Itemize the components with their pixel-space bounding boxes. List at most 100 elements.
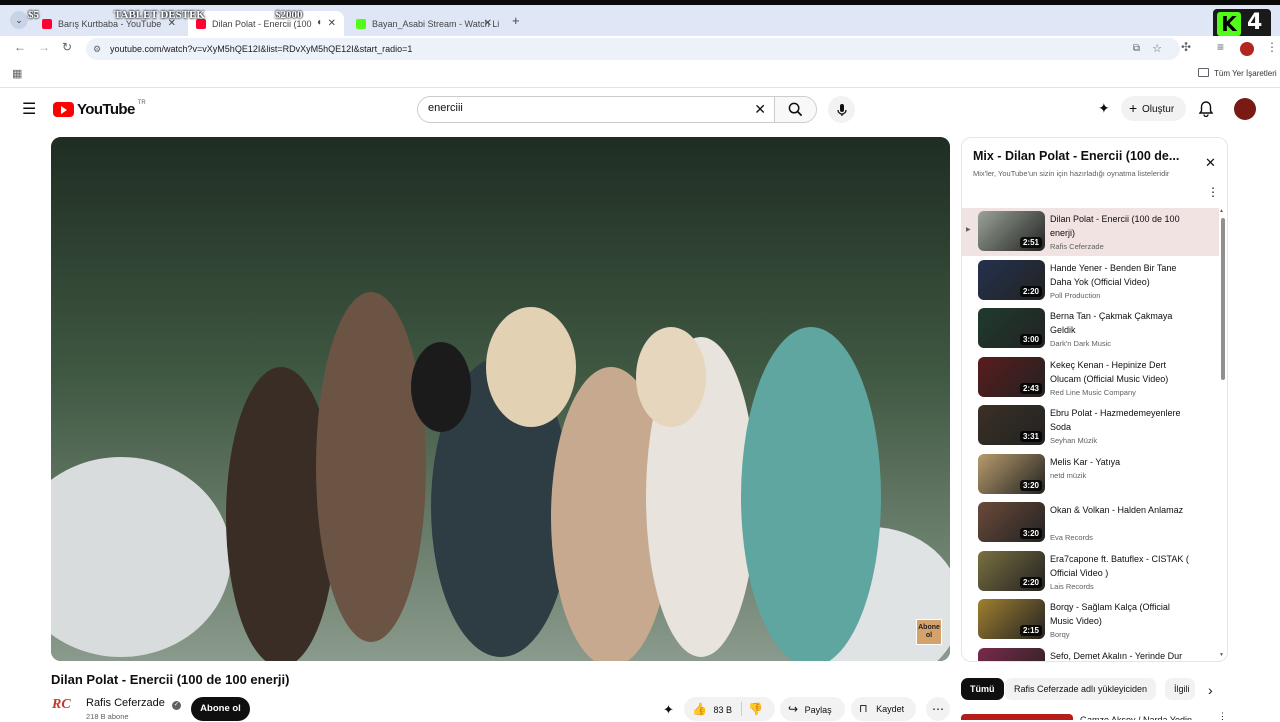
divider: [741, 702, 742, 716]
tab-youtube-dilan[interactable]: Dilan Polat - Enercii (100 de ◖ ✕: [188, 11, 344, 37]
more-actions-button[interactable]: ⋯: [926, 697, 950, 721]
playlist-item-title[interactable]: Dilan Polat - Enercii (100 de 100 enerji…: [1050, 212, 1190, 240]
chip-all[interactable]: Tümü: [961, 678, 1004, 700]
search-button[interactable]: [774, 97, 816, 122]
recommended-thumbnail[interactable]: [961, 714, 1073, 720]
browser-menu-icon[interactable]: ⋮: [1266, 40, 1278, 54]
playlist-item-title[interactable]: Melis Kar - Yatıya: [1050, 455, 1190, 469]
video-title: Dilan Polat - Enercii (100 de 100 enerji…: [51, 672, 290, 687]
chips-next-icon[interactable]: ›: [1208, 682, 1213, 698]
all-bookmarks-label[interactable]: Tüm Yer İşaretleri: [1214, 69, 1277, 78]
playlist-thumbnail[interactable]: 2:51: [978, 211, 1045, 251]
playlist-thumbnail[interactable]: 2:20: [978, 259, 1045, 300]
duration-badge: 2:43: [1019, 382, 1042, 394]
save-button[interactable]: ⊓ Kaydet: [851, 697, 916, 721]
chip-from-uploader[interactable]: Rafis Ceferzade adlı yükleyiciden: [1005, 678, 1157, 700]
reload-icon[interactable]: ↻: [62, 40, 72, 54]
recommended-title[interactable]: Gamze Aksoy / Narda Yedin: [1080, 714, 1200, 720]
playlist-item[interactable]: 2:20 Era7capone ft. Batuflex - CISTAK ( O…: [962, 548, 1219, 596]
premium-spark-icon[interactable]: ✦: [1098, 100, 1110, 117]
recommended-menu-icon[interactable]: ⋮: [1218, 711, 1227, 720]
playlist-item[interactable]: 2:15 Borqy - Sağlam Kalça (Official Music…: [962, 596, 1219, 644]
account-avatar[interactable]: [1234, 98, 1256, 120]
playlist-item[interactable]: ▶ 2:51 Dilan Polat - Enercii (100 de 100 e…: [962, 208, 1219, 256]
playlist-item-title[interactable]: Hande Yener - Benden Bir Tane Daha Yok (…: [1050, 261, 1190, 289]
playlist-item-title[interactable]: Borqy - Sağlam Kalça (Official Music Vid…: [1050, 600, 1190, 628]
video-player[interactable]: Abone ol: [51, 137, 950, 661]
scroll-up-icon[interactable]: ▲: [1219, 208, 1224, 214]
playlist-item-title[interactable]: Kekeç Kenan - Hepinize Dert Olucam (Offi…: [1050, 358, 1190, 386]
bookmark-star-icon[interactable]: ☆: [1152, 38, 1162, 60]
voice-search-button[interactable]: [828, 96, 855, 123]
bookmarks-bar: ▦ Tüm Yer İşaretleri: [0, 62, 1280, 88]
playlist-item[interactable]: Sefo, Demet Akalın - Yerinde Dur (Offici…: [962, 645, 1219, 662]
hamburger-menu-icon[interactable]: ☰: [22, 99, 36, 119]
playlist-item[interactable]: 2:20 Hande Yener - Benden Bir Tane Daha Y…: [962, 257, 1219, 305]
playlist-thumbnail[interactable]: [978, 647, 1045, 661]
verified-icon: ✓: [171, 701, 181, 710]
youtube-logo[interactable]: YouTube TR: [53, 100, 146, 118]
playlist-item[interactable]: 2:43 Kekeç Kenan - Hepinize Dert Olucam (…: [962, 354, 1219, 402]
like-button[interactable]: 👍 83 B: [684, 697, 740, 721]
media-control-icon[interactable]: ≡: [1217, 40, 1224, 54]
search-icon: [788, 102, 803, 117]
url-text: youtube.com/watch?v=vXyM5hQE12I&list=RDv…: [110, 44, 413, 54]
playlist-item[interactable]: 3:31 Ebru Polat - Hazmedemeyenlere Soda Se…: [962, 402, 1219, 450]
tab-search-icon[interactable]: ⌄: [10, 11, 28, 29]
playlist-thumbnail[interactable]: 3:31: [978, 405, 1045, 445]
channel-logo[interactable]: RC: [52, 697, 78, 720]
search-box[interactable]: ✕: [417, 96, 817, 123]
playlist-item-title[interactable]: Era7capone ft. Batuflex - CISTAK ( Offic…: [1050, 552, 1190, 580]
playlist-item[interactable]: 3:20 Okan & Volkan - Halden Anlamaz Eva Re…: [962, 499, 1219, 547]
browser-tab-bar: ⌄ Barış Kurtbaba - YouTube ✕ Dilan Polat…: [0, 0, 1280, 39]
site-info-icon[interactable]: ⚙: [93, 38, 101, 60]
playlist-thumbnail[interactable]: 3:20: [978, 453, 1045, 494]
playlist-item-title[interactable]: Okan & Volkan - Halden Anlamaz: [1050, 503, 1190, 517]
playlist-thumbnail[interactable]: 2:43: [978, 356, 1045, 397]
playlist-item-title[interactable]: Ebru Polat - Hazmedemeyenlere Soda: [1050, 406, 1190, 434]
playlist-item-title[interactable]: Berna Tan - Çakmak Çakmaya Geldik: [1050, 309, 1190, 337]
install-icon[interactable]: ⧉: [1133, 38, 1140, 60]
playlist-thumbnail[interactable]: 2:20: [978, 550, 1045, 591]
channel-name-text: Rafis Ceferzade: [86, 697, 165, 709]
create-button[interactable]: + Oluştur: [1121, 96, 1186, 121]
playlist-thumbnail[interactable]: 3:00: [978, 308, 1045, 348]
address-bar[interactable]: ⚙ youtube.com/watch?v=vXyM5hQE12I&list=R…: [86, 38, 1180, 60]
save-label: Kaydet: [876, 704, 905, 714]
playlist-scrollbar[interactable]: [1221, 218, 1225, 380]
playlist-item-title[interactable]: Sefo, Demet Akalın - Yerinde Dur (Offici…: [1050, 649, 1190, 662]
search-input[interactable]: [428, 102, 748, 114]
scroll-down-icon[interactable]: ▼: [1219, 652, 1224, 658]
playlist-thumbnail[interactable]: 3:20: [978, 502, 1045, 542]
profile-avatar[interactable]: [1240, 42, 1254, 56]
clear-search-icon[interactable]: ✕: [754, 101, 766, 118]
tab-title: Bayan_Asabi Stream - Watch Li: [372, 19, 500, 29]
playlist-item[interactable]: 3:20 Melis Kar - Yatıya netd müzik: [962, 451, 1219, 499]
new-tab-button[interactable]: +: [512, 13, 520, 28]
playlist-menu-icon[interactable]: ⋮: [1207, 185, 1219, 199]
close-tab-icon[interactable]: ✕: [484, 18, 492, 29]
close-playlist-icon[interactable]: ✕: [1205, 155, 1216, 171]
forward-icon[interactable]: →: [38, 40, 50, 54]
extensions-icon[interactable]: ✣: [1181, 40, 1191, 54]
dislike-button[interactable]: 👎: [748, 697, 763, 721]
playlist-item-channel: Eva Records: [1050, 533, 1093, 542]
chip-related[interactable]: İlgili: [1165, 678, 1195, 700]
subscribe-watermark[interactable]: Abone ol: [916, 619, 942, 645]
notifications-bell-icon[interactable]: [1199, 101, 1213, 117]
apps-grid-icon[interactable]: ▦: [12, 67, 22, 80]
share-button[interactable]: ↪ Paylaş: [780, 697, 845, 721]
subscribe-button[interactable]: Abone ol: [191, 697, 250, 721]
tab-kick-stream[interactable]: Bayan_Asabi Stream - Watch Li ✕: [348, 11, 500, 37]
back-icon[interactable]: ←: [14, 40, 26, 54]
audio-icon[interactable]: ◖: [316, 17, 322, 28]
playlist-item[interactable]: 3:00 Berna Tan - Çakmak Çakmaya Geldik Dar…: [962, 305, 1219, 353]
microphone-icon: [836, 103, 847, 116]
close-tab-icon[interactable]: ✕: [328, 18, 336, 29]
thumbs-down-icon: 👎: [748, 702, 763, 716]
channel-name[interactable]: Rafis Ceferzade ✓: [86, 697, 181, 710]
ask-spark-icon[interactable]: ✦: [663, 702, 674, 718]
playlist-thumbnail[interactable]: 2:15: [978, 599, 1045, 639]
overlay-left-amount: $5: [28, 9, 39, 21]
create-label: Oluştur: [1141, 104, 1175, 115]
